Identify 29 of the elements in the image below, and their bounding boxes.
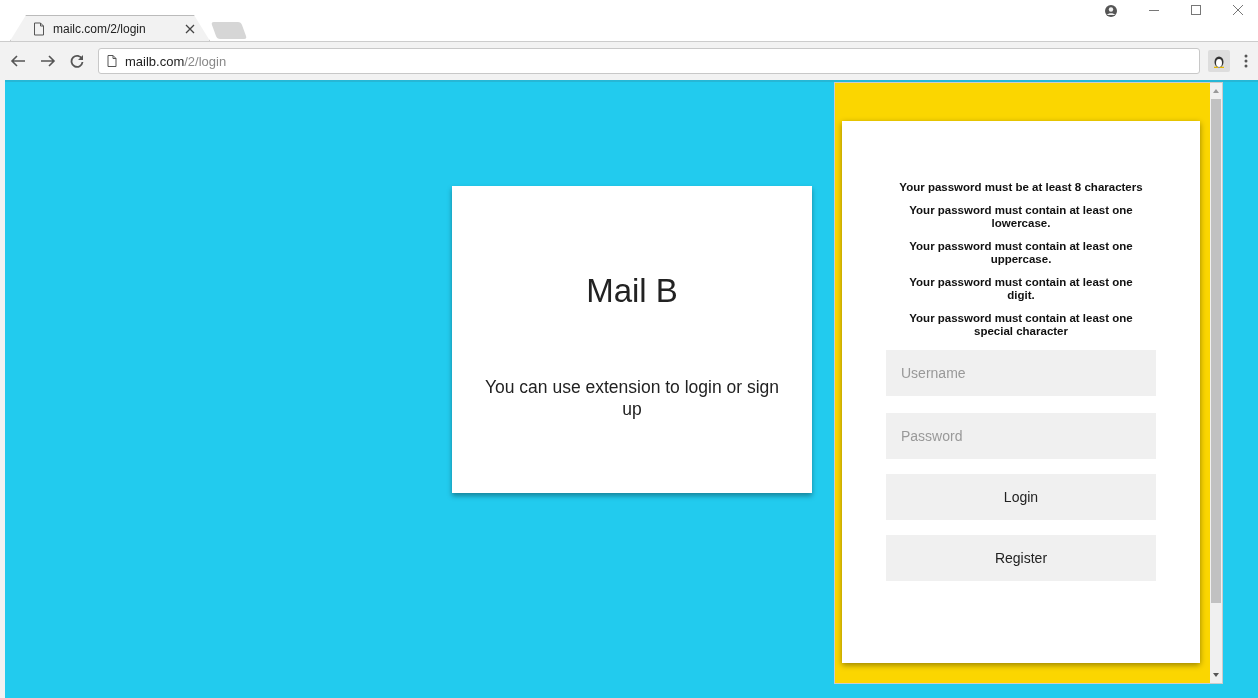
password-field[interactable]: Password (886, 413, 1156, 459)
forward-icon[interactable] (40, 54, 56, 68)
url-text: mailb.com/2/login (125, 53, 227, 69)
password-rule: Your password must contain at least one special character (908, 312, 1134, 338)
penguin-icon (1213, 54, 1225, 68)
action-button[interactable]: Login (886, 474, 1156, 520)
close-icon[interactable] (185, 23, 195, 34)
action-button[interactable]: Register (886, 535, 1156, 581)
password-rule: Your password must contain at least one digit. (908, 276, 1134, 302)
scrollbar[interactable] (1210, 83, 1222, 683)
username-field[interactable]: Username (886, 350, 1156, 396)
info-text: You can use extension to login or sign up (483, 376, 781, 420)
password-rule: Your password must contain at least one lowercase. (908, 204, 1134, 230)
extension-button[interactable] (1208, 50, 1230, 72)
reload-icon[interactable] (70, 54, 84, 68)
close-icon[interactable] (1232, 4, 1244, 16)
browser-tab[interactable]: mailc.com/2/login (10, 15, 210, 41)
menu-icon[interactable] (1244, 54, 1248, 68)
site-title: Mail B (585, 272, 679, 310)
maximize-icon[interactable] (1190, 4, 1202, 16)
page-icon (33, 21, 45, 36)
password-rule: Your password must contain at least one uppercase. (908, 240, 1134, 266)
scroll-thumb[interactable] (1211, 99, 1221, 603)
account-icon[interactable] (1104, 4, 1118, 18)
back-icon[interactable] (10, 54, 26, 68)
page-icon (107, 55, 117, 67)
password-rule: Your password must be at least 8 characters (898, 181, 1144, 194)
scroll-down-icon[interactable] (1213, 673, 1219, 677)
address-bar[interactable]: mailb.com/2/login (98, 48, 1200, 74)
